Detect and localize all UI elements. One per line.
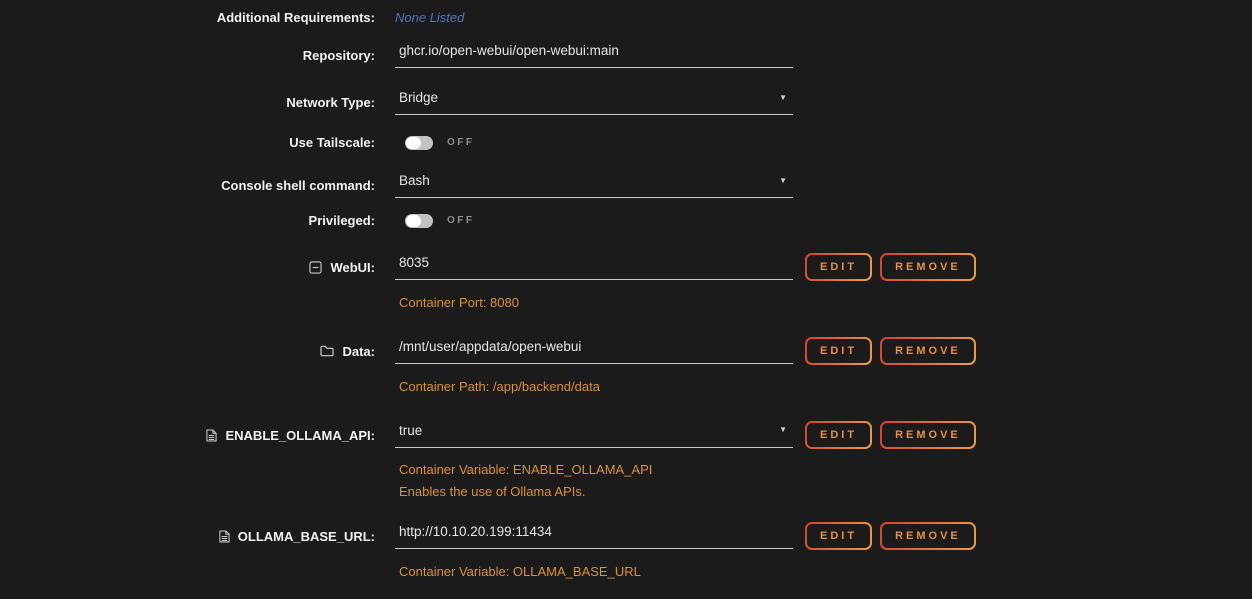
repository-input[interactable]: ghcr.io/open-webui/open-webui:main bbox=[395, 43, 793, 68]
enable-ollama-api-select[interactable]: true ▼ bbox=[395, 423, 793, 448]
row-data: Data: /mnt/user/appdata/open-webui EDIT … bbox=[0, 336, 1252, 366]
row-console-shell-command: Console shell command: Bash ▼ bbox=[0, 173, 1252, 198]
privileged-label: Privileged: bbox=[0, 213, 375, 228]
data-path-value: /mnt/user/appdata/open-webui bbox=[399, 339, 581, 354]
file-lines-icon bbox=[219, 530, 230, 543]
console-shell-command-select[interactable]: Bash ▼ bbox=[395, 173, 793, 198]
enable-ollama-api-label: ENABLE_OLLAMA_API: bbox=[225, 428, 375, 443]
field-group-webui: WebUI: 8035 EDIT REMOVE Container Port: … bbox=[0, 252, 1252, 310]
row-network-type: Network Type: Bridge ▼ bbox=[0, 90, 1252, 115]
enable-ollama-api-edit-button[interactable]: EDIT bbox=[805, 421, 872, 449]
folder-icon bbox=[320, 345, 334, 357]
network-type-select[interactable]: Bridge ▼ bbox=[395, 90, 793, 115]
console-shell-command-value: Bash bbox=[399, 173, 430, 188]
additional-requirements-link[interactable]: None Listed bbox=[395, 10, 464, 25]
row-repository: Repository: ghcr.io/open-webui/open-webu… bbox=[0, 43, 1252, 68]
chevron-down-icon: ▼ bbox=[779, 94, 787, 102]
data-container-path-help: Container Path: /app/backend/data bbox=[399, 379, 1252, 394]
container-settings-form: Additional Requirements: None Listed Rep… bbox=[0, 0, 1252, 579]
enable-ollama-api-remove-button[interactable]: REMOVE bbox=[880, 421, 976, 449]
webui-remove-button[interactable]: REMOVE bbox=[880, 253, 976, 281]
minus-square-icon bbox=[309, 261, 322, 274]
toggle-knob bbox=[406, 137, 421, 149]
webui-container-port-help: Container Port: 8080 bbox=[399, 295, 1252, 310]
webui-port-value: 8035 bbox=[399, 255, 429, 270]
enable-ollama-api-description-help: Enables the use of Ollama APIs. bbox=[399, 484, 1252, 499]
data-label: Data: bbox=[342, 344, 375, 359]
repository-label: Repository: bbox=[0, 48, 375, 63]
row-privileged: Privileged: OFF bbox=[0, 213, 1252, 228]
row-ollama-base-url: OLLAMA_BASE_URL: http://10.10.20.199:114… bbox=[0, 521, 1252, 551]
webui-port-input[interactable]: 8035 bbox=[395, 255, 793, 280]
webui-label: WebUI: bbox=[330, 260, 375, 275]
chevron-down-icon: ▼ bbox=[779, 177, 787, 185]
privileged-toggle[interactable] bbox=[405, 214, 433, 228]
use-tailscale-toggle[interactable] bbox=[405, 136, 433, 150]
file-lines-icon bbox=[206, 429, 217, 442]
use-tailscale-state: OFF bbox=[447, 137, 475, 148]
data-remove-button[interactable]: REMOVE bbox=[880, 337, 976, 365]
field-group-enable-ollama-api: ENABLE_OLLAMA_API: true ▼ EDIT REMOVE Co… bbox=[0, 420, 1252, 499]
row-webui: WebUI: 8035 EDIT REMOVE bbox=[0, 252, 1252, 282]
ollama-base-url-label: OLLAMA_BASE_URL: bbox=[238, 529, 375, 544]
data-edit-button[interactable]: EDIT bbox=[805, 337, 872, 365]
repository-value: ghcr.io/open-webui/open-webui:main bbox=[399, 43, 619, 58]
field-group-data: Data: /mnt/user/appdata/open-webui EDIT … bbox=[0, 336, 1252, 394]
privileged-state: OFF bbox=[447, 215, 475, 226]
webui-edit-button[interactable]: EDIT bbox=[805, 253, 872, 281]
network-type-label: Network Type: bbox=[0, 95, 375, 110]
ollama-base-url-remove-button[interactable]: REMOVE bbox=[880, 522, 976, 550]
additional-requirements-label: Additional Requirements: bbox=[0, 10, 375, 25]
enable-ollama-api-value: true bbox=[399, 423, 422, 438]
ollama-base-url-input[interactable]: http://10.10.20.199:11434 bbox=[395, 524, 793, 549]
data-path-input[interactable]: /mnt/user/appdata/open-webui bbox=[395, 339, 793, 364]
row-use-tailscale: Use Tailscale: OFF bbox=[0, 135, 1252, 150]
row-additional-requirements: Additional Requirements: None Listed bbox=[0, 7, 1252, 28]
ollama-base-url-edit-button[interactable]: EDIT bbox=[805, 522, 872, 550]
enable-ollama-api-variable-help: Container Variable: ENABLE_OLLAMA_API bbox=[399, 462, 1252, 477]
ollama-base-url-value: http://10.10.20.199:11434 bbox=[399, 524, 552, 539]
chevron-down-icon: ▼ bbox=[779, 426, 787, 434]
network-type-value: Bridge bbox=[399, 90, 438, 105]
toggle-knob bbox=[406, 215, 421, 227]
row-enable-ollama-api: ENABLE_OLLAMA_API: true ▼ EDIT REMOVE bbox=[0, 420, 1252, 450]
use-tailscale-label: Use Tailscale: bbox=[0, 135, 375, 150]
field-group-ollama-base-url: OLLAMA_BASE_URL: http://10.10.20.199:114… bbox=[0, 521, 1252, 579]
ollama-base-url-variable-help: Container Variable: OLLAMA_BASE_URL bbox=[399, 564, 1252, 579]
console-shell-command-label: Console shell command: bbox=[0, 178, 375, 193]
